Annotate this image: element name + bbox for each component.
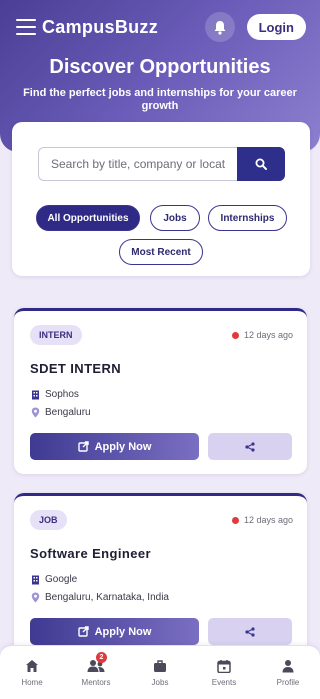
job-card: INTERN 12 days ago SDET INTERN Sophos Be… xyxy=(14,308,307,474)
nav-item-jobs[interactable]: Jobs xyxy=(130,658,190,687)
nav-item-mentors[interactable]: 2 Mentors xyxy=(66,652,126,687)
notification-bell-icon[interactable] xyxy=(204,12,235,42)
company-row: Google xyxy=(30,574,77,585)
mentors-badge: 2 xyxy=(96,652,107,663)
briefcase-icon xyxy=(153,658,167,674)
apply-now-button[interactable]: Apply Now xyxy=(30,618,199,645)
page-title: Discover Opportunities xyxy=(49,56,271,78)
company-name: Sophos xyxy=(45,389,79,400)
search-filter-card: All Opportunities Jobs Internships Most … xyxy=(12,122,310,276)
new-indicator-dot xyxy=(231,331,239,339)
posted-time-label: 12 days ago xyxy=(243,330,293,340)
search-bar xyxy=(38,147,285,181)
building-icon xyxy=(30,575,40,585)
top-bar: CampusBuzz Login xyxy=(0,0,320,54)
users-icon: 2 xyxy=(87,652,107,674)
home-icon xyxy=(25,658,39,674)
apply-now-button[interactable]: Apply Now xyxy=(30,433,199,460)
apply-now-label: Apply Now xyxy=(94,440,152,453)
filter-chip-most-recent[interactable]: Most Recent xyxy=(119,239,203,265)
job-type-badge: INTERN xyxy=(30,325,82,345)
nav-label: Jobs xyxy=(151,678,169,687)
hamburger-menu-icon[interactable] xyxy=(16,19,36,35)
posted-time: 12 days ago xyxy=(231,515,293,525)
location-row: Bengaluru xyxy=(30,407,91,418)
search-button[interactable] xyxy=(237,147,285,181)
external-link-icon xyxy=(77,626,89,637)
share-icon xyxy=(245,626,255,637)
nav-label: Mentors xyxy=(81,678,111,687)
bottom-navigation: Home 2 Mentors Jobs Events Profile xyxy=(0,645,320,699)
job-title: Software Engineer xyxy=(30,546,151,561)
job-title: SDET INTERN xyxy=(30,361,122,376)
company-row: Sophos xyxy=(30,389,79,400)
building-icon xyxy=(30,390,40,400)
share-icon xyxy=(245,441,255,452)
apply-now-label: Apply Now xyxy=(94,625,152,638)
share-button[interactable] xyxy=(208,618,292,645)
job-location: Bengaluru xyxy=(45,407,91,418)
nav-label: Profile xyxy=(276,678,300,687)
location-pin-icon xyxy=(30,407,40,418)
page-subtitle: Find the perfect jobs and internships fo… xyxy=(23,87,297,112)
posted-time: 12 days ago xyxy=(231,330,293,340)
user-icon xyxy=(282,658,294,674)
location-row: Bengaluru, Karnataka, India xyxy=(30,592,169,603)
filter-chip-jobs[interactable]: Jobs xyxy=(150,205,200,231)
nav-label: Home xyxy=(21,678,43,687)
job-type-badge: JOB xyxy=(30,510,67,530)
nav-item-profile[interactable]: Profile xyxy=(258,658,318,687)
company-name: Google xyxy=(45,574,78,585)
search-icon xyxy=(255,158,267,170)
nav-label: Events xyxy=(211,678,237,687)
login-button[interactable]: Login xyxy=(246,14,306,40)
nav-item-events[interactable]: Events xyxy=(194,658,254,687)
share-button[interactable] xyxy=(208,433,292,460)
filter-chip-internships[interactable]: Internships xyxy=(208,205,287,231)
location-pin-icon xyxy=(30,592,40,603)
job-location: Bengaluru, Karnataka, India xyxy=(45,592,169,603)
external-link-icon xyxy=(77,441,89,452)
app-brand: CampusBuzz xyxy=(42,16,159,37)
search-input[interactable] xyxy=(38,147,237,181)
posted-time-label: 12 days ago xyxy=(243,515,293,525)
new-indicator-dot xyxy=(231,516,239,524)
nav-item-home[interactable]: Home xyxy=(2,658,62,687)
job-card: JOB 12 days ago Software Engineer Google… xyxy=(14,493,307,659)
filter-chip-all[interactable]: All Opportunities xyxy=(36,205,140,231)
calendar-icon xyxy=(217,658,231,674)
